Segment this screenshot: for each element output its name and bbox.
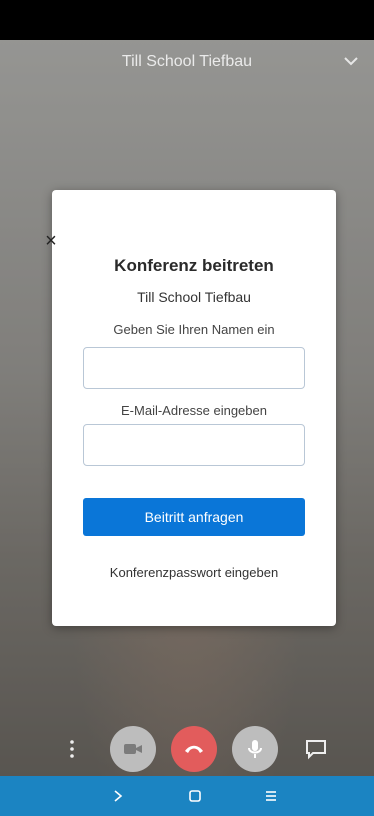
meeting-name: Till School Tiefbau: [137, 289, 251, 305]
hangup-icon: [185, 745, 203, 753]
dialog-title: Konferenz beitreten: [114, 256, 274, 275]
email-input[interactable]: [83, 424, 305, 466]
name-input[interactable]: [83, 347, 305, 389]
status-bar: [0, 0, 374, 40]
menu-lines-icon[interactable]: [259, 786, 283, 806]
square-icon[interactable]: [183, 786, 207, 806]
call-toolbar: [0, 710, 374, 772]
name-label: Geben Sie Ihren Namen ein: [113, 322, 275, 337]
hangup-button[interactable]: [171, 726, 217, 772]
call-title: Till School Tiefbau: [121, 53, 253, 70]
chevron-right-icon[interactable]: [106, 786, 130, 806]
close-icon[interactable]: ×: [40, 230, 62, 252]
enter-password-link[interactable]: Konferenzpasswort eingeben: [52, 565, 336, 580]
more-vertical-icon[interactable]: [64, 738, 80, 760]
email-label: E-Mail-Adresse eingeben: [121, 403, 267, 418]
chevron-down-icon[interactable]: [342, 52, 360, 70]
system-navigation-bar: [0, 776, 374, 816]
microphone-icon: [248, 740, 262, 758]
camera-toggle-button[interactable]: [110, 726, 156, 772]
chat-icon[interactable]: [304, 738, 328, 760]
microphone-toggle-button[interactable]: [232, 726, 278, 772]
camera-icon: [124, 744, 142, 754]
join-request-button[interactable]: Beitritt anfragen: [83, 498, 305, 536]
